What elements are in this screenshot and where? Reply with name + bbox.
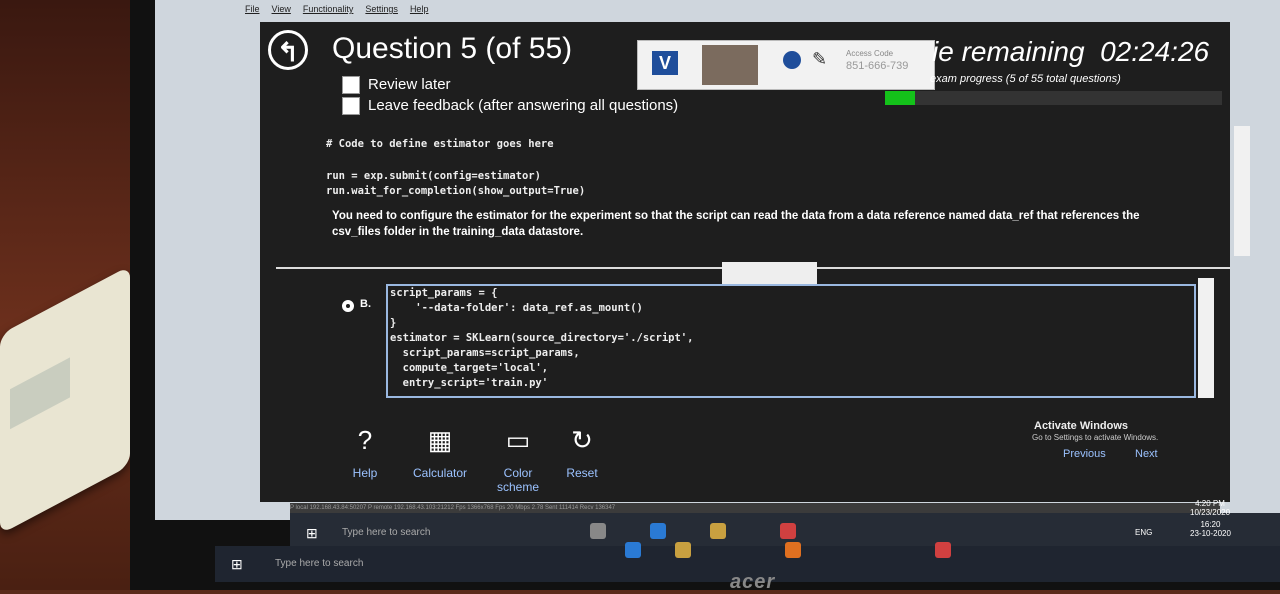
menu-help[interactable]: Help	[410, 4, 429, 22]
review-later-label: Review later	[368, 76, 451, 93]
host-store-icon[interactable]	[675, 542, 691, 558]
remote-clock: 4:20 PM 10/23/2020	[1190, 499, 1230, 517]
menu-settings[interactable]: Settings	[365, 4, 398, 22]
host-date: 23-10-2020	[1190, 529, 1231, 538]
calculator-icon: ▦	[427, 425, 453, 455]
webcam-preview	[702, 45, 758, 85]
host-lang: ENG	[1135, 528, 1153, 537]
edge-icon[interactable]	[650, 523, 666, 539]
host-firefox-icon[interactable]	[785, 542, 801, 558]
pane-splitter-handle[interactable]	[722, 262, 817, 284]
exam-progress-text: exam progress (5 of 55 total questions)	[930, 73, 1121, 85]
question-text: You need to configure the estimator for …	[332, 210, 1140, 238]
code-line-wait: run.wait_for_completion(show_output=True…	[326, 185, 586, 197]
windows-start-icon[interactable]: ⊞	[306, 525, 318, 542]
app-icon[interactable]	[780, 523, 796, 539]
host-app-icon[interactable]	[935, 542, 951, 558]
host-edge-icon[interactable]	[625, 542, 641, 558]
code-line-submit: run = exp.submit(config=estimator)	[326, 170, 541, 182]
whiteboard-icon[interactable]: ✎	[812, 49, 827, 70]
option-code-line: entry_script='train.py'	[390, 377, 549, 389]
option-code-line: script_params = {	[390, 287, 498, 299]
access-code-label: Access Code	[846, 49, 894, 58]
remote-status-bar: P local 192.168.43.84:50207 P remote 192…	[290, 503, 1220, 513]
menu-file[interactable]: File	[245, 4, 260, 22]
remote-date: 10/23/2020	[1190, 508, 1231, 517]
activate-windows-sub: Go to Settings to activate Windows.	[1032, 433, 1159, 442]
exam-progress-fill	[885, 91, 916, 105]
previous-button[interactable]: Previous	[1063, 448, 1106, 460]
reset-icon: ↻	[571, 425, 593, 455]
access-code-value: 851-666-739	[846, 60, 909, 72]
help-button[interactable]: ? Help	[345, 425, 385, 480]
color-scheme-label: Color scheme	[496, 466, 540, 494]
remote-lcd	[10, 357, 70, 430]
calculator-button[interactable]: ▦ Calculator	[405, 425, 475, 480]
store-icon[interactable]	[710, 523, 726, 539]
color-scheme-button[interactable]: ▭ Color scheme	[488, 425, 548, 494]
option-b-radio[interactable]	[342, 300, 354, 312]
task-view-icon[interactable]	[590, 523, 606, 539]
option-code-line: compute_target='local',	[390, 362, 549, 374]
calculator-label: Calculator	[412, 466, 468, 480]
leave-feedback-checkbox[interactable]	[342, 97, 360, 115]
menu-functionality[interactable]: Functionality	[303, 4, 354, 22]
menu-bar: File View Functionality Settings Help	[245, 4, 428, 22]
reset-label: Reset	[566, 466, 598, 480]
monitor-icon: ▭	[505, 425, 531, 455]
next-button[interactable]: Next	[1135, 448, 1158, 460]
host-start-icon[interactable]: ⊞	[231, 556, 243, 573]
menu-view[interactable]: View	[272, 4, 291, 22]
help-label: Help	[352, 466, 378, 480]
help-icon: ?	[357, 425, 373, 455]
answers-scrollbar[interactable]	[1198, 278, 1214, 398]
review-later-checkbox[interactable]	[342, 76, 360, 94]
host-time: 16:20	[1200, 520, 1221, 529]
exam-progress-bar	[885, 91, 1222, 105]
option-code-line: '--data-folder': data_ref.as_mount()	[390, 302, 643, 314]
time-remaining-value: 02:24:26	[1100, 36, 1210, 67]
host-search-box[interactable]: Type here to search	[275, 558, 363, 569]
leave-feedback-label: Leave feedback (after answering all ques…	[368, 97, 679, 114]
chat-icon[interactable]	[783, 51, 801, 69]
option-b-label: B.	[360, 298, 371, 310]
activate-windows-title: Activate Windows	[1034, 420, 1129, 432]
back-arrow-icon[interactable]: ↰	[268, 30, 308, 70]
question-scrollbar[interactable]	[1234, 126, 1250, 256]
reset-button[interactable]: ↻ Reset	[562, 425, 602, 480]
acer-logo: acer	[730, 571, 776, 593]
remote-search-box[interactable]: Type here to search	[342, 527, 430, 538]
time-remaining-label: ie remaining	[932, 36, 1085, 67]
option-code-line: }	[390, 317, 397, 329]
zoom-toolbar: V ✎ Access Code 851-666-739	[637, 40, 935, 90]
host-clock: 16:20 23-10-2020	[1190, 520, 1231, 538]
code-comment: # Code to define estimator goes here	[326, 138, 554, 150]
option-code-line: estimator = SKLearn(source_directory='./…	[390, 332, 694, 344]
option-code-line: script_params=script_params,	[390, 347, 580, 359]
question-title: Question 5 (of 55)	[332, 32, 573, 65]
remote-time: 4:20 PM	[1195, 499, 1225, 508]
option-b-code-box[interactable]: script_params = { '--data-folder': data_…	[386, 284, 1196, 398]
time-remaining: ie remaining 02:24:26	[932, 36, 1209, 68]
zoom-logo-icon[interactable]: V	[652, 51, 678, 75]
